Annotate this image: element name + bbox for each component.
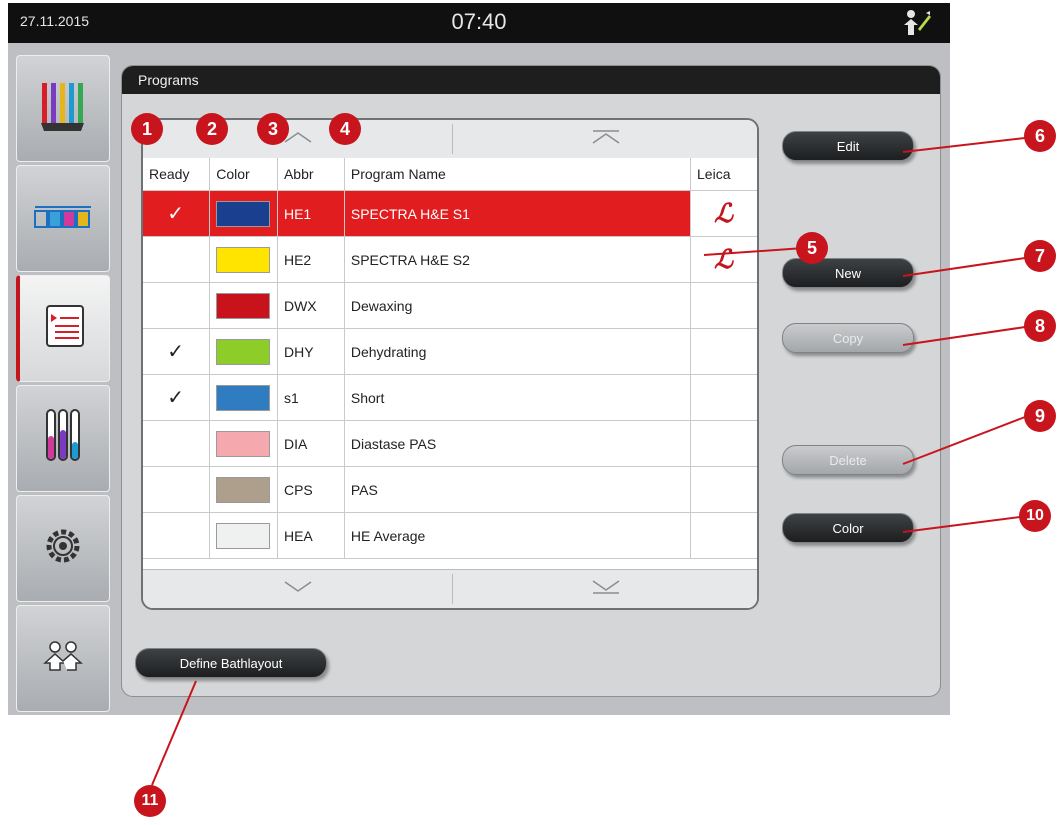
callout-7: 7 bbox=[1024, 240, 1056, 272]
callout-5: 5 bbox=[796, 232, 828, 264]
callout-9: 9 bbox=[1024, 400, 1056, 432]
callout-2: 2 bbox=[196, 113, 228, 145]
callout-10: 10 bbox=[1019, 500, 1051, 532]
callout-8: 8 bbox=[1024, 310, 1056, 342]
callout-6: 6 bbox=[1024, 120, 1056, 152]
callout-4: 4 bbox=[329, 113, 361, 145]
callout-3: 3 bbox=[257, 113, 289, 145]
callout-1: 1 bbox=[131, 113, 163, 145]
callout-11: 11 bbox=[134, 785, 166, 817]
